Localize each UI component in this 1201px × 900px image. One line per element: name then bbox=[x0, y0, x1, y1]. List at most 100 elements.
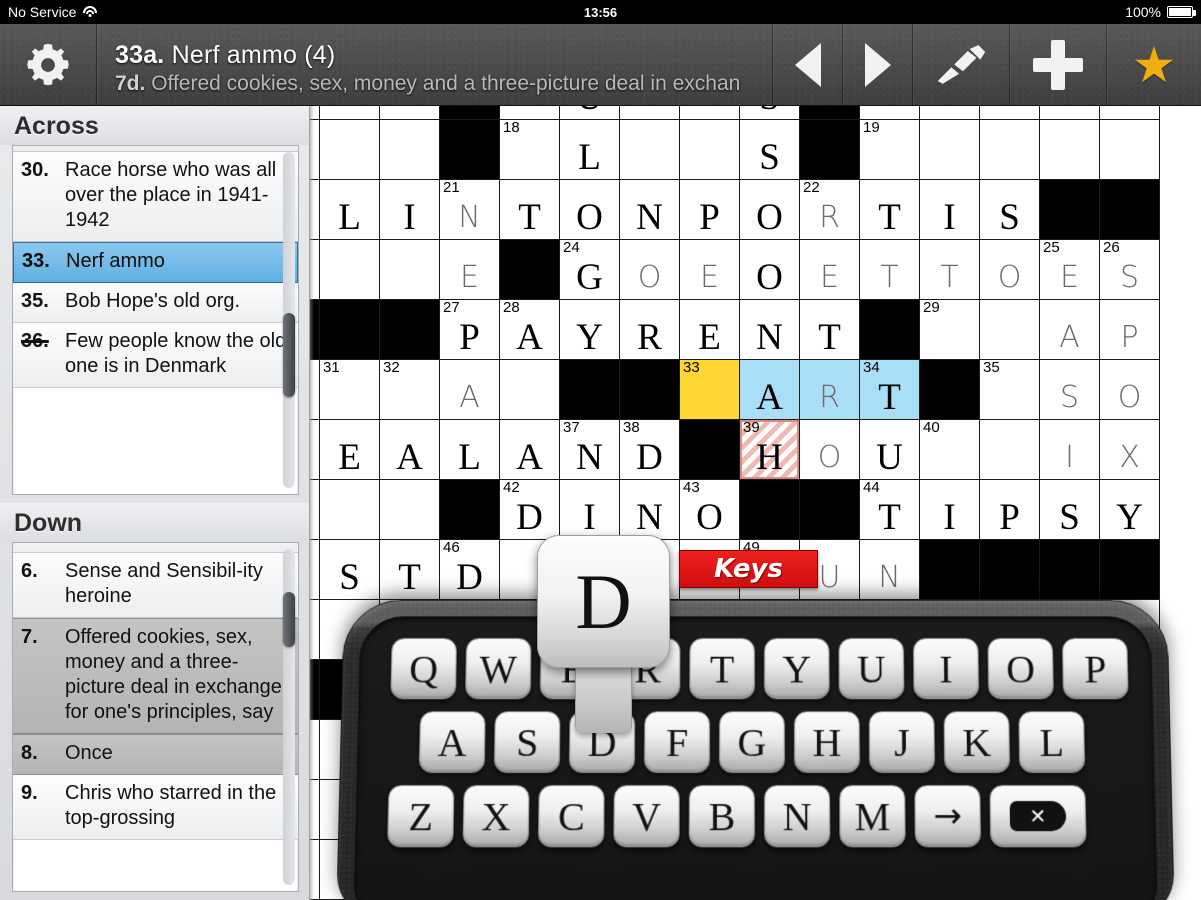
down-scrollbar-thumb[interactable] bbox=[283, 591, 295, 648]
grid-cell[interactable]: L bbox=[440, 420, 500, 480]
grid-cell[interactable]: 21 N bbox=[440, 180, 500, 240]
clue-list-item[interactable]: 30. Race horse who was all over the place… bbox=[13, 152, 298, 242]
key-b[interactable]: B bbox=[688, 785, 755, 848]
key-l[interactable]: L bbox=[1018, 711, 1086, 773]
grid-cell[interactable] bbox=[620, 106, 680, 120]
key-x[interactable]: X bbox=[462, 785, 530, 848]
grid-cell[interactable]: 36Z bbox=[310, 420, 320, 480]
grid-cell[interactable] bbox=[320, 240, 380, 300]
grid-cell[interactable] bbox=[320, 120, 380, 180]
grid-cell[interactable]: 27 P bbox=[440, 300, 500, 360]
grid-cell[interactable] bbox=[980, 106, 1040, 120]
grid-cell[interactable] bbox=[860, 106, 920, 120]
grid-cell[interactable]: A bbox=[1040, 300, 1100, 360]
key-k[interactable]: K bbox=[943, 711, 1011, 773]
across-clue-scroll[interactable]: Death Star, for ex-ample 30. Race horse wh… bbox=[13, 146, 298, 494]
grid-cell[interactable]: 46 D bbox=[440, 540, 500, 600]
grid-cell[interactable]: 45E bbox=[310, 540, 320, 600]
grid-cell[interactable]: 65 bbox=[310, 840, 320, 900]
grid-cell[interactable]: O bbox=[740, 180, 800, 240]
clue-list-item[interactable]: 36. Few people know the old one is in Den… bbox=[13, 323, 298, 388]
grid-cell[interactable]: 62 bbox=[310, 780, 320, 840]
grid-cell[interactable]: 34 T bbox=[860, 360, 920, 420]
grid-cell[interactable]: 23 bbox=[310, 240, 320, 300]
grid-cell[interactable]: E bbox=[320, 420, 380, 480]
grid-cell[interactable]: I bbox=[560, 480, 620, 540]
grid-cell[interactable]: 32 bbox=[380, 360, 440, 420]
grid-cell[interactable]: U bbox=[560, 106, 620, 120]
grid-cell[interactable]: S bbox=[320, 540, 380, 600]
arrow-right-icon[interactable]: → bbox=[914, 785, 982, 848]
down-clue-scroll[interactable]: your funeral 6. Sense and Sensibil-ity her… bbox=[13, 543, 298, 891]
grid-cell[interactable]: T bbox=[500, 180, 560, 240]
clue-list-item[interactable]: 8. Once bbox=[13, 734, 298, 775]
current-clue-display[interactable]: 33a. Nerf ammo (4) 7d. Offered cookies, … bbox=[97, 24, 772, 105]
grid-cell[interactable]: O bbox=[1100, 360, 1160, 420]
grid-cell[interactable] bbox=[380, 106, 440, 120]
grid-cell[interactable]: Y bbox=[1100, 480, 1160, 540]
grid-cell[interactable]: I bbox=[380, 180, 440, 240]
grid-cell[interactable]: Y bbox=[560, 300, 620, 360]
grid-cell[interactable]: U bbox=[860, 420, 920, 480]
grid-cell[interactable]: L bbox=[320, 180, 380, 240]
next-clue-button[interactable] bbox=[843, 24, 912, 105]
grid-cell[interactable]: X bbox=[1100, 420, 1160, 480]
key-j[interactable]: J bbox=[868, 711, 936, 773]
grid-cell[interactable]: O bbox=[800, 420, 860, 480]
grid-cell[interactable]: 42 D bbox=[500, 480, 560, 540]
grid-cell[interactable]: N bbox=[620, 480, 680, 540]
grid-cell[interactable]: E bbox=[680, 300, 740, 360]
grid-cell[interactable]: P bbox=[980, 480, 1040, 540]
grid-cell[interactable]: A bbox=[740, 360, 800, 420]
grid-cell[interactable] bbox=[680, 106, 740, 120]
grid-cell[interactable]: 24 G bbox=[560, 240, 620, 300]
grid-cell[interactable] bbox=[920, 106, 980, 120]
grid-cell[interactable]: N bbox=[740, 300, 800, 360]
grid-cell[interactable]: O bbox=[620, 240, 680, 300]
grid-cell[interactable]: P bbox=[1100, 300, 1160, 360]
across-clue-list[interactable]: Death Star, for ex-ample 30. Race horse wh… bbox=[12, 145, 299, 495]
grid-cell[interactable]: 29 bbox=[920, 300, 980, 360]
add-button[interactable] bbox=[1010, 24, 1106, 105]
grid-cell[interactable]: O bbox=[740, 240, 800, 300]
grid-cell[interactable]: R bbox=[620, 300, 680, 360]
grid-cell[interactable]: 30 bbox=[310, 360, 320, 420]
clue-list-item[interactable]: 33. Nerf ammo bbox=[13, 242, 298, 283]
grid-cell[interactable]: N bbox=[860, 540, 920, 600]
grid-cell[interactable]: O bbox=[560, 180, 620, 240]
backspace-key[interactable]: ✕ bbox=[989, 785, 1087, 848]
on-screen-keyboard[interactable]: QWERTYUIOP ASDFGHJKL Z X C V B N M → ✕ bbox=[336, 599, 1175, 900]
grid-cell[interactable] bbox=[380, 480, 440, 540]
grid-cell[interactable]: T bbox=[800, 300, 860, 360]
clue-list-item[interactable]: 35. Bob Hope's old org. bbox=[13, 283, 298, 323]
grid-cell[interactable]: S bbox=[980, 180, 1040, 240]
grid-cell[interactable]: R bbox=[800, 360, 860, 420]
previous-clue-button[interactable] bbox=[773, 24, 842, 105]
grid-cell[interactable]: T bbox=[860, 240, 920, 300]
grid-cell[interactable]: S bbox=[740, 120, 800, 180]
key-q[interactable]: Q bbox=[390, 638, 458, 700]
grid-cell[interactable]: 35 bbox=[980, 360, 1040, 420]
grid-cell[interactable]: 26 S bbox=[1100, 240, 1160, 300]
key-m[interactable]: M bbox=[839, 785, 906, 848]
grid-cell[interactable]: I bbox=[920, 180, 980, 240]
grid-cell[interactable]: 50C bbox=[310, 600, 320, 660]
key-p[interactable]: P bbox=[1061, 638, 1129, 700]
clue-list-item[interactable]: 6. Sense and Sensibil-ity heroine bbox=[13, 553, 298, 618]
grid-cell[interactable]: 31 bbox=[320, 360, 380, 420]
key-z[interactable]: Z bbox=[387, 785, 455, 848]
key-y[interactable]: Y bbox=[763, 638, 830, 700]
grid-cell[interactable] bbox=[1040, 120, 1100, 180]
grid-cell[interactable]: 37 N bbox=[560, 420, 620, 480]
grid-cell[interactable] bbox=[1100, 106, 1160, 120]
grid-cell[interactable]: S bbox=[1040, 480, 1100, 540]
clue-list-item[interactable]: Death Star, for ex-ample bbox=[13, 146, 298, 152]
grid-cell[interactable] bbox=[320, 106, 380, 120]
grid-cell[interactable]: 39 H bbox=[740, 420, 800, 480]
key-a[interactable]: A bbox=[418, 711, 486, 773]
grid-cell[interactable] bbox=[920, 120, 980, 180]
key-t[interactable]: T bbox=[689, 638, 756, 700]
grid-cell[interactable]: T bbox=[860, 180, 920, 240]
grid-cell[interactable]: P bbox=[680, 180, 740, 240]
clue-list-item[interactable]: 7. Offered cookies, sex, money and a thre… bbox=[13, 618, 298, 734]
